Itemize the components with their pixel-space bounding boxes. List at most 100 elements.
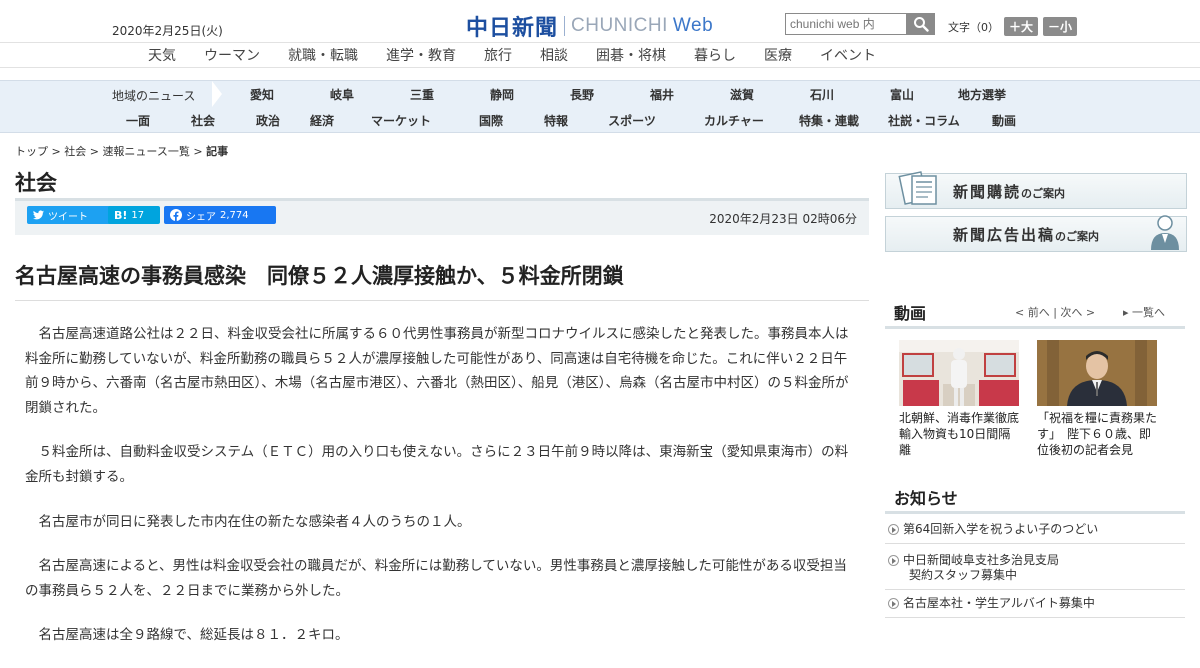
- article-headline: 名古屋高速の事務員感染 同僚５２人濃厚接触か、５料金所閉鎖: [15, 264, 624, 288]
- facebook-label: シェア: [186, 211, 216, 223]
- video-thumbnail-train: [899, 340, 1019, 406]
- region-label: 地域のニュース: [112, 89, 196, 103]
- region-item-6[interactable]: 滋賀: [702, 86, 782, 103]
- arrow-circle-icon: [888, 524, 899, 535]
- region-item-0[interactable]: 愛知: [222, 86, 302, 103]
- category-item-6[interactable]: 特報: [530, 112, 582, 129]
- region-item-2[interactable]: 三重: [382, 86, 462, 103]
- logo-english: CHUNICHI Web: [571, 15, 714, 36]
- region-item-5[interactable]: 福井: [622, 86, 702, 103]
- site-logo[interactable]: 中日新聞 CHUNICHI Web: [466, 10, 713, 42]
- newspaper-icon: [898, 171, 937, 205]
- logo-japanese: 中日新聞: [466, 15, 559, 41]
- category-item-11[interactable]: 動画: [976, 112, 1032, 129]
- arrow-circle-icon: [888, 598, 899, 609]
- category-navigation: 一面 社会 政治 経済 マーケット 国際 特報 スポーツ カルチャー 特集・連載 社説・コラム 動画: [0, 107, 1200, 133]
- category-item-2[interactable]: 政治: [242, 112, 294, 129]
- article-date: 2020年2月23日 02時06分: [709, 212, 857, 226]
- hatena-bookmark-button[interactable]: B! 17: [108, 206, 160, 224]
- category-item-1[interactable]: 社会: [164, 112, 242, 129]
- region-item-8[interactable]: 富山: [862, 86, 942, 103]
- tweet-button[interactable]: ツイート: [27, 206, 115, 224]
- region-item-4[interactable]: 長野: [542, 86, 622, 103]
- share-bar: ツイート B! 17 シェア 2,774 2020年2月23日 02時06分: [15, 198, 869, 235]
- category-item-8[interactable]: カルチャー: [682, 112, 786, 129]
- notice-item[interactable]: 名古屋本社・学生アルバイト募集中: [885, 590, 1185, 618]
- video-title: 動画: [894, 304, 927, 323]
- video-pager: < 前へ | 次へ >: [1015, 306, 1096, 319]
- font-size-control: 文字（0） ＋大 －小: [948, 17, 1078, 36]
- notice-title: お知らせ: [894, 489, 958, 508]
- search-input[interactable]: [785, 13, 907, 35]
- notice-list: 第64回新入学を祝うよい子のつどい 中日新聞岐阜支社多治見支局 契約スタッフ募集中…: [885, 516, 1185, 618]
- search-icon: [914, 17, 929, 32]
- breadcrumb-news-list[interactable]: 速報ニュース一覧: [102, 145, 189, 158]
- breadcrumb-current: 記事: [206, 145, 229, 158]
- article-paragraph: ５料金所は、自動料金収受システム（ＥＴＣ）用の入り口も使えない。さらに２３日午前…: [25, 444, 849, 485]
- facebook-count: 2,774: [220, 209, 249, 221]
- video-prev-link[interactable]: 前へ: [1028, 306, 1050, 319]
- region-item-1[interactable]: 岐阜: [302, 86, 382, 103]
- region-item-9[interactable]: 地方選挙: [942, 86, 1022, 103]
- tweet-label: ツイート: [48, 211, 88, 223]
- category-item-7[interactable]: スポーツ: [582, 112, 682, 129]
- video-item[interactable]: 北朝鮮、消毒作業徹底 輸入物資も10日間隔離: [899, 340, 1031, 458]
- category-item-9[interactable]: 特集・連載: [786, 112, 872, 129]
- font-smaller-button[interactable]: －小: [1043, 17, 1078, 36]
- video-item[interactable]: 「祝福を糧に責務果たす」 陛下６０歳、即位後初の記者会見: [1037, 340, 1159, 458]
- category-item-3[interactable]: 経済: [294, 112, 350, 129]
- facebook-share-button[interactable]: シェア 2,774: [164, 206, 276, 224]
- font-bigger-button[interactable]: ＋大: [1004, 17, 1039, 36]
- nav-top-item-9[interactable]: イベント: [806, 45, 890, 65]
- font-size-label: 文字（0）: [948, 20, 999, 34]
- notice-header: お知らせ: [885, 485, 1185, 514]
- hatena-count: 17: [131, 209, 145, 221]
- video-caption: 「祝福を糧に責務果たす」 陛下６０歳、即位後初の記者会見: [1037, 411, 1158, 457]
- nav-top-item-5[interactable]: 相談: [526, 45, 582, 65]
- notice-item[interactable]: 中日新聞岐阜支社多治見支局 契約スタッフ募集中: [885, 544, 1185, 590]
- region-navigation: 地域のニュース 愛知 岐阜 三重 静岡 長野 福井 滋賀 石川 富山 地方選挙: [0, 80, 1200, 108]
- category-item-10[interactable]: 社説・コラム: [872, 112, 976, 129]
- search-button[interactable]: [907, 13, 935, 35]
- logo-separator: [564, 16, 566, 36]
- nav-top-item-1[interactable]: ウーマン: [190, 45, 274, 65]
- subscribe-banner[interactable]: 新聞購読のご案内: [885, 171, 1187, 209]
- article-paragraph: 名古屋高速は全９路線で、総延長は８１．２キロ。: [38, 627, 349, 644]
- nav-top-item-6[interactable]: 囲碁・将棋: [582, 45, 680, 65]
- video-list-link[interactable]: 一覧へ: [1132, 306, 1165, 319]
- arrow-circle-icon: [888, 555, 899, 566]
- article-body: 名古屋高速道路公社は２２日、料金収受会社に所属する６０代男性事務員が新型コロナウ…: [25, 322, 855, 668]
- breadcrumb-top[interactable]: トップ: [15, 145, 48, 158]
- subscribe-banner-text: 新聞購読のご案内: [953, 183, 1066, 201]
- article-paragraph: 名古屋市が同日に発表した市内在住の新たな感染者４人のうちの１人。: [38, 513, 471, 530]
- breadcrumb-society[interactable]: 社会: [64, 145, 86, 158]
- video-thumbnail-press-conference: [1037, 340, 1157, 406]
- category-item-0[interactable]: 一面: [112, 112, 164, 129]
- region-item-7[interactable]: 石川: [782, 86, 862, 103]
- twitter-icon: [33, 210, 44, 220]
- notice-item[interactable]: 第64回新入学を祝うよい子のつどい: [885, 516, 1185, 544]
- nav-top-item-7[interactable]: 暮らし: [680, 45, 750, 65]
- site-search: [785, 13, 935, 35]
- article-paragraph: 名古屋高速道路公社は２２日、料金収受会社に所属する６０代男性事務員が新型コロナウ…: [25, 326, 849, 416]
- nav-top-item-4[interactable]: 旅行: [470, 45, 526, 65]
- facebook-icon: [170, 209, 182, 221]
- video-list-link-wrap: ▸ 一覧へ: [1123, 306, 1166, 319]
- breadcrumb: トップ > 社会 > 速報ニュース一覧 > 記事: [15, 145, 229, 158]
- top-navigation: 天気 ウーマン 就職・転職 進学・教育 旅行 相談 囲碁・将棋 暮らし 医療 イベント: [0, 42, 1200, 68]
- hatena-icon: B!: [114, 208, 128, 222]
- category-item-4[interactable]: マーケット: [350, 112, 452, 129]
- section-title: 社会: [15, 171, 57, 195]
- nav-top-item-8[interactable]: 医療: [750, 45, 806, 65]
- person-icon: [1151, 215, 1179, 250]
- nav-top-item-3[interactable]: 進学・教育: [372, 45, 470, 65]
- nav-top-item-0[interactable]: 天気: [134, 45, 190, 65]
- video-next-link[interactable]: 次へ: [1060, 306, 1082, 319]
- headline-divider: [15, 300, 869, 301]
- nav-top-item-2[interactable]: 就職・転職: [274, 45, 372, 65]
- category-item-5[interactable]: 国際: [452, 112, 530, 129]
- advertise-banner[interactable]: 新聞広告出稿のご案内: [885, 215, 1187, 252]
- current-date: 2020年2月25日(火): [112, 24, 223, 38]
- region-item-3[interactable]: 静岡: [462, 86, 542, 103]
- article-paragraph: 名古屋高速によると、男性は料金収受会社の職員だが、料金所には勤務していない。男性…: [25, 558, 847, 599]
